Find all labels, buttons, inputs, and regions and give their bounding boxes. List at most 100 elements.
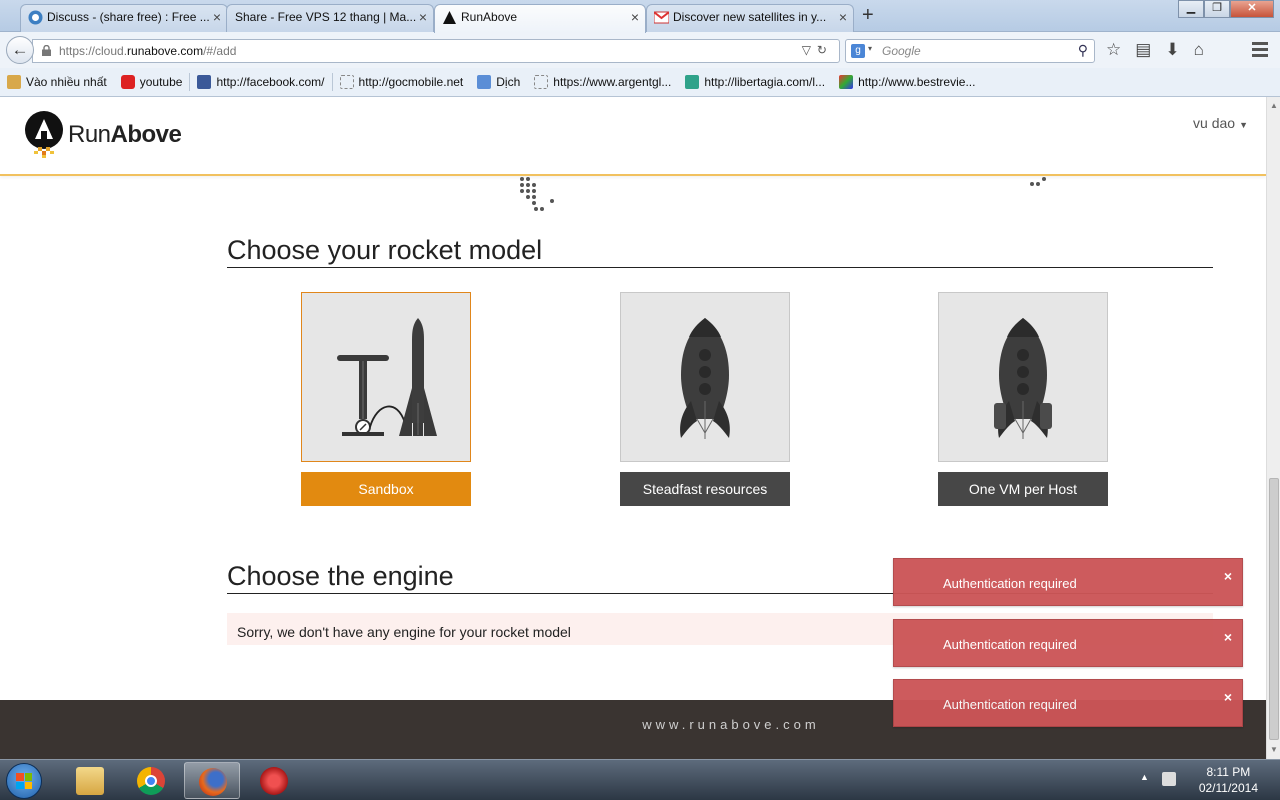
google-icon: g	[851, 44, 865, 58]
tab-runabove[interactable]: RunAbove ×	[434, 4, 646, 33]
colorful-cube-icon	[839, 75, 854, 89]
notification-message: Authentication required	[943, 637, 1077, 652]
tab-close-icon[interactable]: ×	[419, 5, 427, 29]
red-app-icon	[260, 767, 288, 795]
back-button[interactable]: ←	[6, 36, 34, 64]
home-icon[interactable]: ⌂	[1194, 40, 1204, 60]
user-menu[interactable]: vu dao ▼	[1193, 115, 1248, 131]
facebook-icon	[197, 75, 212, 89]
runabove-logo-icon	[25, 111, 63, 158]
menu-icon[interactable]	[1252, 42, 1268, 60]
tab-share-vps[interactable]: Share - Free VPS 12 thang | Ma... ×	[226, 4, 434, 32]
rocket-button-one-vm[interactable]: One VM per Host	[938, 472, 1108, 506]
logo-text: RunAbove	[68, 121, 182, 148]
url-bar[interactable]: https://cloud.runabove.com/#/add ▽↻	[32, 39, 840, 63]
windows-taskbar: ▲ 8:11 PM 02/11/2014	[0, 759, 1280, 800]
discuss-favicon-icon	[28, 10, 43, 25]
notification-message: Authentication required	[943, 576, 1077, 591]
tab-title: Share - Free VPS 12 thang | Ma...	[235, 10, 417, 24]
bookmark-gocmobile[interactable]: http://gocmobile.net	[333, 75, 471, 89]
page-scrollbar[interactable]: ▲ ▼	[1266, 97, 1280, 759]
bookmark-most-visited[interactable]: Vào nhiều nhất	[0, 75, 114, 89]
taskbar-firefox[interactable]	[184, 762, 240, 799]
taskbar-explorer[interactable]	[62, 762, 118, 799]
search-icon[interactable]: ⚲	[1078, 42, 1088, 59]
firefox-icon	[199, 768, 227, 796]
clock-date: 02/11/2014	[1198, 781, 1258, 795]
scroll-up-icon[interactable]: ▲	[1270, 101, 1278, 110]
url-dropdown-reload-icon[interactable]: ▽↻	[802, 43, 833, 57]
lock-icon	[42, 45, 51, 56]
search-placeholder: Google	[882, 44, 921, 58]
restore-button[interactable]: ❐	[1204, 0, 1230, 18]
tab-discuss[interactable]: Discuss - (share free) : Free ... ×	[20, 4, 228, 32]
runabove-logo[interactable]: RunAbove	[24, 111, 182, 159]
notification-auth-required: Authentication required ×	[893, 679, 1243, 727]
new-tab-button[interactable]: +	[862, 4, 874, 27]
bookmark-bestreview[interactable]: http://www.bestrevie...	[832, 75, 982, 89]
network-icon[interactable]	[1162, 772, 1176, 786]
system-clock[interactable]: 8:11 PM 02/11/2014	[1199, 764, 1258, 796]
bookmark-label: http://libertagia.com/l...	[704, 75, 826, 89]
search-bar[interactable]: g ▾ Google ⚲	[845, 39, 1095, 63]
rocket-model-title: Choose your rocket model	[227, 234, 1213, 268]
sandbox-pump-rocket-icon	[337, 318, 437, 436]
caret-down-icon: ▼	[1239, 120, 1248, 130]
tab-close-icon[interactable]: ×	[839, 5, 847, 29]
windows-explorer-icon	[76, 767, 104, 795]
scroll-down-icon[interactable]: ▼	[1270, 745, 1278, 754]
close-icon[interactable]: ×	[1224, 689, 1232, 705]
bookmark-youtube[interactable]: youtube	[114, 75, 190, 89]
rocket-card-one-vm[interactable]	[938, 292, 1108, 462]
scroll-thumb[interactable]	[1269, 478, 1279, 740]
close-icon[interactable]: ×	[1224, 568, 1232, 584]
clock-time: 8:11 PM	[1206, 765, 1251, 779]
tab-title: Discover new satellites in y...	[673, 10, 827, 24]
rocket-card-steadfast[interactable]	[620, 292, 790, 462]
start-button[interactable]	[6, 763, 42, 799]
taskbar-chrome[interactable]	[123, 762, 179, 799]
downloads-icon[interactable]: ⬇	[1165, 40, 1179, 60]
blank-page-icon	[339, 75, 354, 89]
browser-nav-bar: https://cloud.runabove.com/#/add ▽↻ ← g …	[0, 32, 1280, 68]
notification-auth-required: Authentication required ×	[893, 558, 1243, 606]
toolbar-icons: ☆ ▤ ⬇ ⌂	[1106, 40, 1204, 60]
bookmark-label: Dịch	[496, 75, 521, 89]
close-icon[interactable]: ×	[1224, 629, 1232, 645]
blank-page-icon	[534, 75, 549, 89]
bookmark-translate[interactable]: Dịch	[470, 75, 527, 89]
minimize-button[interactable]: ▁	[1178, 0, 1204, 18]
tab-close-icon[interactable]: ×	[213, 5, 221, 29]
tab-close-icon[interactable]: ×	[631, 5, 639, 29]
rocket-button-steadfast[interactable]: Steadfast resources	[620, 472, 790, 506]
bookmarks-list-icon[interactable]: ▤	[1135, 40, 1151, 60]
site-header: RunAbove vu dao ▼	[0, 97, 1266, 176]
rocket-button-sandbox[interactable]: Sandbox	[301, 472, 471, 506]
browser-tab-bar: Discuss - (share free) : Free ... × Shar…	[0, 0, 1280, 33]
url-text: https://cloud.runabove.com/#/add	[59, 44, 237, 58]
windows-logo-icon	[16, 773, 32, 789]
bookmarks-bar: Vào nhiều nhất youtube http://facebook.c…	[0, 68, 1280, 97]
translate-icon	[477, 75, 492, 89]
bookmark-star-icon[interactable]: ☆	[1106, 40, 1121, 60]
user-name: vu dao	[1193, 115, 1236, 131]
youtube-icon	[120, 75, 135, 89]
bookmark-argent[interactable]: https://www.argentgl...	[527, 75, 678, 89]
bookmark-libertagia[interactable]: http://libertagia.com/l...	[678, 75, 832, 89]
tray-expand-icon[interactable]: ▲	[1140, 772, 1149, 782]
notification-message: Authentication required	[943, 697, 1077, 712]
bookmark-label: https://www.argentgl...	[553, 75, 672, 89]
search-engine-dropdown-icon[interactable]: ▾	[868, 44, 872, 53]
close-window-button[interactable]: ✕	[1230, 0, 1274, 18]
tab-gmail[interactable]: Discover new satellites in y... ×	[646, 4, 854, 32]
rocket-icon	[680, 318, 730, 439]
taskbar-red-app[interactable]	[246, 762, 302, 799]
rocket-boosters-icon	[994, 318, 1052, 439]
notification-auth-required: Authentication required ×	[893, 619, 1243, 667]
bookmark-label: http://www.bestrevie...	[858, 75, 976, 89]
rocket-card-sandbox[interactable]	[301, 292, 471, 462]
window-controls: ▁ ❐ ✕	[1178, 0, 1274, 18]
bookmark-label: http://facebook.com/	[216, 75, 325, 89]
bookmark-label: Vào nhiều nhất	[26, 75, 107, 89]
bookmark-facebook[interactable]: http://facebook.com/	[190, 75, 331, 89]
